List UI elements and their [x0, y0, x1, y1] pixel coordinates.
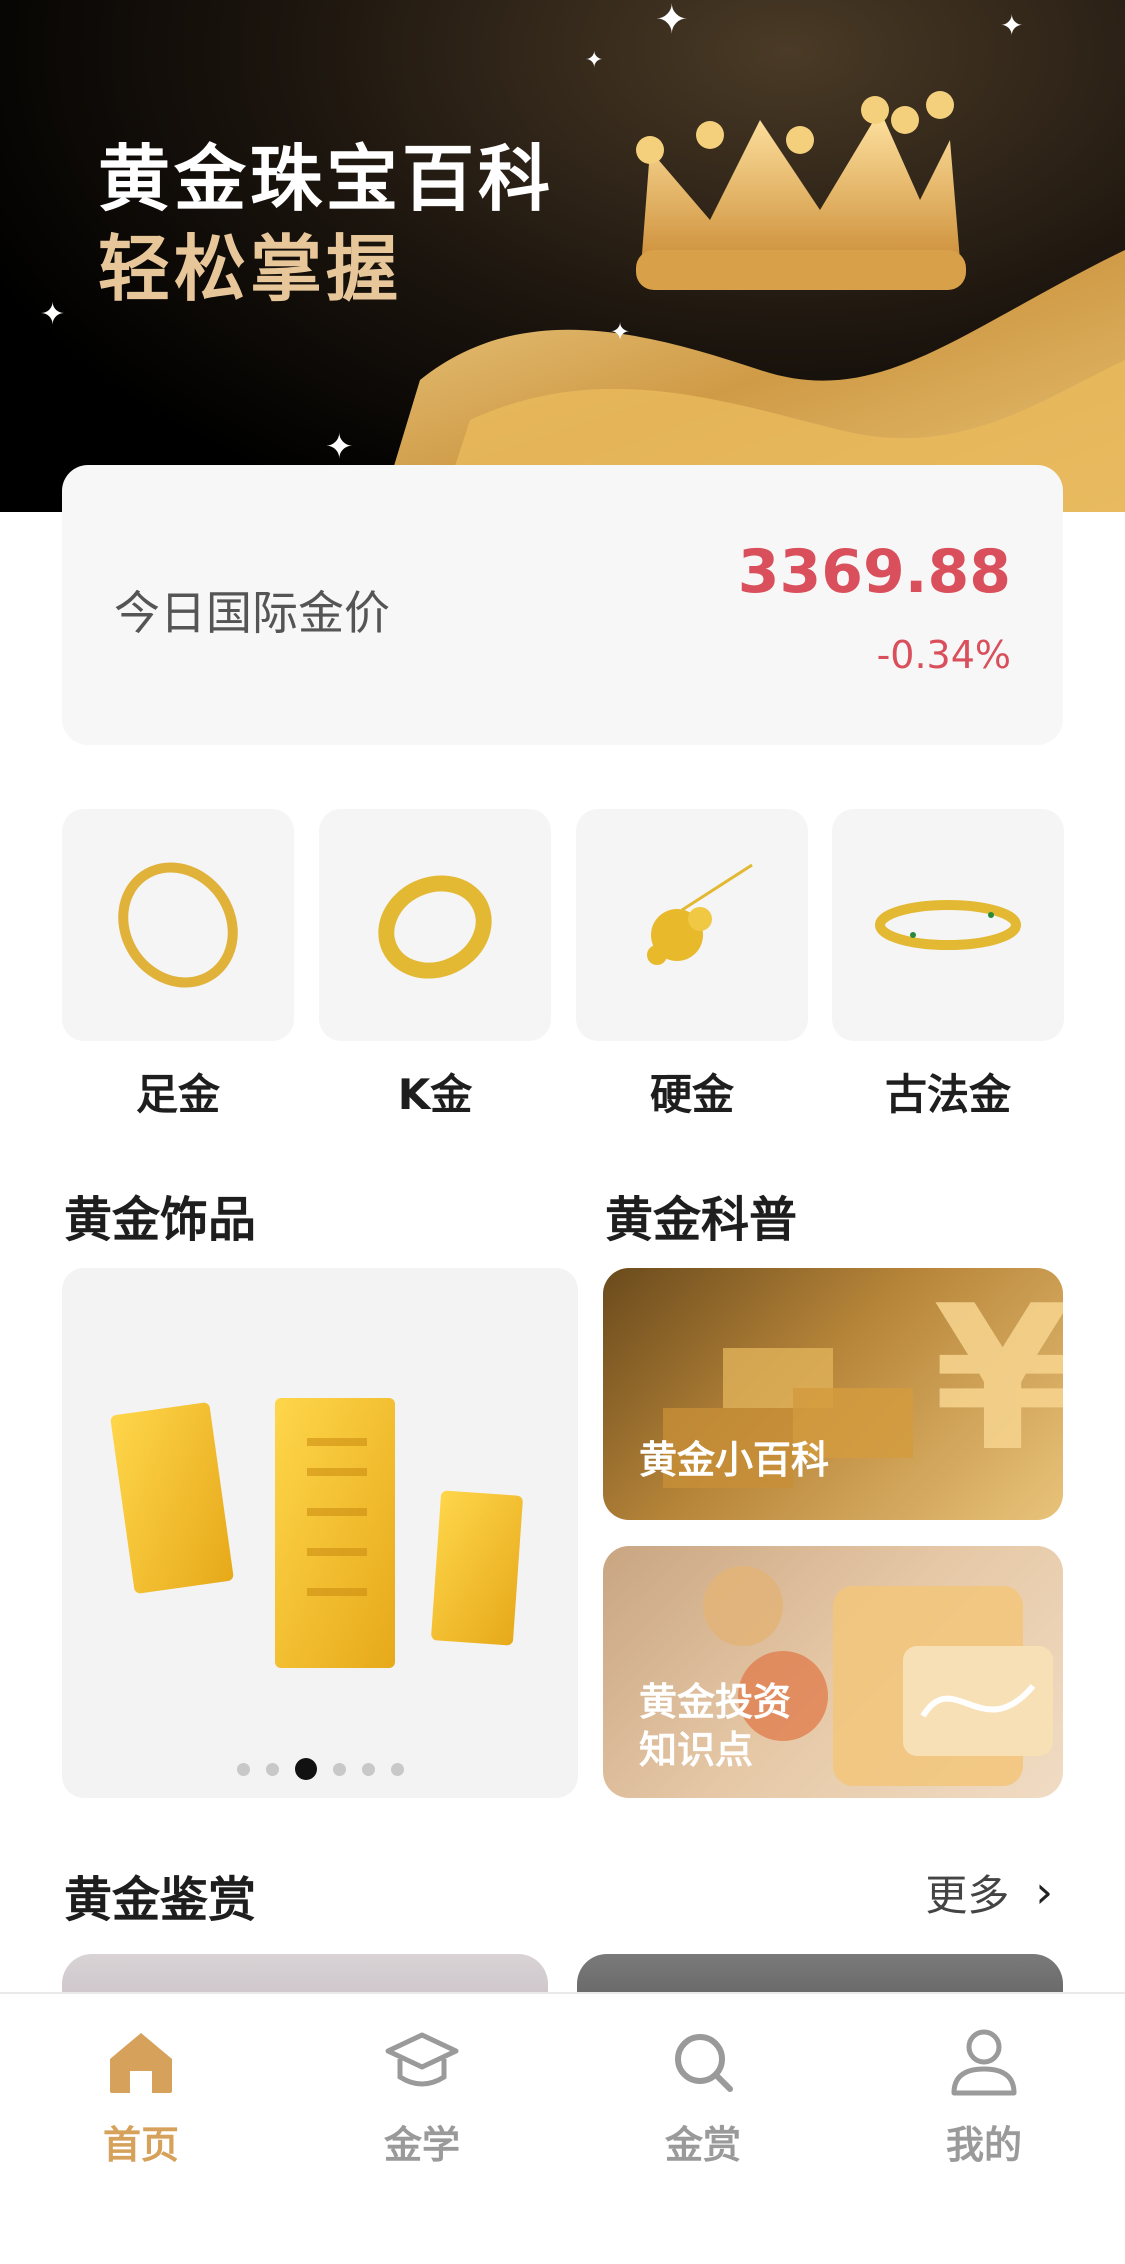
- bangle-icon: [118, 862, 238, 988]
- sparkle-icon: ✦: [325, 427, 354, 467]
- bottom-tab-bar: 首页 金学 金赏 我的: [0, 1992, 1125, 2264]
- carousel-dot[interactable]: [361, 1762, 375, 1776]
- hero-subtitle: 轻松掌握: [98, 227, 403, 311]
- tab-learn[interactable]: 金学: [322, 2022, 522, 2169]
- tab-label: 金学: [383, 2123, 460, 2167]
- home-icon: [110, 2033, 172, 2093]
- category-tile: [576, 809, 808, 1041]
- hero-banner[interactable]: ✦ ✦ ✦ ✦ ✦ ✦ 黄金珠宝百科 轻松掌握: [0, 0, 1125, 512]
- gold-investment-card[interactable]: 黄金投资 知识点: [603, 1546, 1063, 1798]
- crown-icon: [636, 91, 966, 290]
- category-tile: [832, 809, 1064, 1041]
- carousel-dot[interactable]: [390, 1762, 404, 1776]
- more-label: 更多: [925, 1871, 1010, 1920]
- bracelet-icon: [875, 900, 1021, 950]
- user-icon: [951, 2029, 1017, 2096]
- sparkle-icon: ✦: [610, 318, 631, 346]
- carousel-dot-active[interactable]: [294, 1758, 317, 1780]
- category-gufajin[interactable]: 古法金: [832, 809, 1064, 1122]
- jewelry-carousel[interactable]: [62, 1268, 578, 1798]
- graduation-cap-icon: [385, 2032, 459, 2087]
- tab-label: 首页: [102, 2123, 179, 2167]
- tab-home[interactable]: 首页: [41, 2022, 241, 2169]
- search-icon: [675, 2034, 733, 2092]
- svg-text:¥: ¥: [933, 1268, 1063, 1496]
- jewelry-section-title: 黄金饰品: [64, 1192, 257, 1248]
- category-zujin[interactable]: 足金: [62, 809, 294, 1122]
- category-yingjin[interactable]: 硬金: [576, 809, 808, 1122]
- price-value: 3369.88: [737, 537, 1011, 607]
- category-tile: [62, 809, 294, 1041]
- carousel-dot[interactable]: [332, 1762, 346, 1776]
- category-tile: [319, 809, 551, 1041]
- appreciation-card-preview[interactable]: [577, 1954, 1063, 1994]
- tab-label: 我的: [945, 2123, 1022, 2167]
- card-label: 黄金小百科: [639, 1438, 830, 1482]
- ring-icon: [378, 875, 492, 979]
- carousel-indicator[interactable]: [62, 1758, 578, 1780]
- sparkle-icon: ✦: [655, 0, 689, 43]
- appreciation-section-title: 黄金鉴赏: [64, 1872, 257, 1928]
- gold-bars-image: [110, 1398, 523, 1668]
- category-label: 足金: [135, 1070, 220, 1119]
- tab-label: 金赏: [664, 2123, 741, 2167]
- price-change: -0.34%: [876, 633, 1011, 677]
- carousel-dot[interactable]: [265, 1762, 279, 1776]
- sparkle-icon: ✦: [40, 297, 66, 332]
- category-label: K金: [397, 1070, 473, 1119]
- gold-encyclopedia-card[interactable]: ¥ 黄金小百科: [603, 1268, 1063, 1520]
- gold-price-card[interactable]: 今日国际金价 3369.88 -0.34%: [62, 465, 1063, 745]
- category-label: 古法金: [884, 1070, 1011, 1119]
- card-label: 黄金投资 知识点: [639, 1680, 792, 1772]
- category-label: 硬金: [649, 1070, 734, 1119]
- tab-appreciate[interactable]: 金赏: [603, 2022, 803, 2169]
- carousel-dot[interactable]: [236, 1762, 250, 1776]
- price-label: 今日国际金价: [114, 586, 390, 640]
- category-kjin[interactable]: K金: [319, 809, 551, 1122]
- chevron-right-icon: ›: [1035, 1867, 1053, 1918]
- more-link[interactable]: 更多 ›: [925, 1862, 1053, 1923]
- tab-mine[interactable]: 我的: [884, 2022, 1084, 2169]
- science-section-title: 黄金科普: [605, 1192, 798, 1248]
- pendant-icon: [647, 863, 753, 965]
- sparkle-icon: ✦: [1000, 9, 1024, 42]
- appreciation-card-preview[interactable]: [62, 1954, 548, 1994]
- sparkle-icon: ✦: [585, 48, 604, 73]
